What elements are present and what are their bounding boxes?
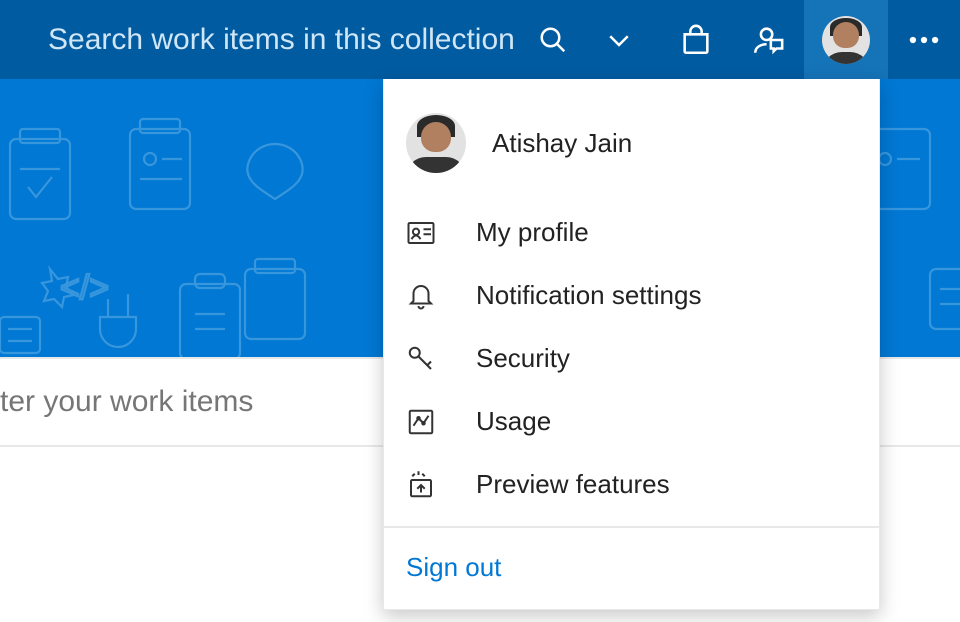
more-button[interactable] — [888, 0, 960, 79]
search-input[interactable]: Search work items in this collection — [0, 0, 660, 79]
preview-icon — [406, 470, 454, 500]
search-icon-group — [538, 25, 652, 55]
profile-card-icon — [406, 218, 454, 248]
user-menu-button[interactable] — [804, 0, 888, 79]
bell-icon — [406, 281, 454, 311]
menu-item-label: My profile — [476, 217, 589, 248]
menu-item-label: Usage — [476, 406, 551, 437]
menu-item-label: Preview features — [476, 469, 670, 500]
user-menu-list: My profile Notification settings Securit… — [384, 193, 879, 526]
search-placeholder: Search work items in this collection — [48, 23, 538, 57]
topbar: Search work items in this collection — [0, 0, 960, 79]
user-menu-footer: Sign out — [384, 526, 879, 609]
key-icon — [406, 344, 454, 374]
user-name: Atishay Jain — [492, 128, 632, 159]
menu-item-notification-settings[interactable]: Notification settings — [384, 264, 879, 327]
menu-item-preview-features[interactable]: Preview features — [384, 453, 879, 516]
chart-icon — [406, 407, 454, 437]
menu-item-label: Security — [476, 343, 570, 374]
filter-placeholder: ter your work items — [0, 385, 253, 419]
avatar — [406, 113, 466, 173]
menu-item-usage[interactable]: Usage — [384, 390, 879, 453]
menu-item-my-profile[interactable]: My profile — [384, 201, 879, 264]
user-menu-header: Atishay Jain — [384, 99, 879, 193]
marketplace-button[interactable] — [660, 0, 732, 79]
avatar — [822, 16, 870, 64]
search-icon[interactable] — [538, 25, 568, 55]
menu-item-label: Notification settings — [476, 280, 701, 311]
sign-out-link[interactable]: Sign out — [406, 552, 501, 582]
user-feedback-button[interactable] — [732, 0, 804, 79]
user-menu-dropdown: Atishay Jain My profile — [383, 79, 880, 610]
menu-item-security[interactable]: Security — [384, 327, 879, 390]
topbar-actions — [660, 0, 960, 79]
chevron-down-icon[interactable] — [604, 25, 634, 55]
